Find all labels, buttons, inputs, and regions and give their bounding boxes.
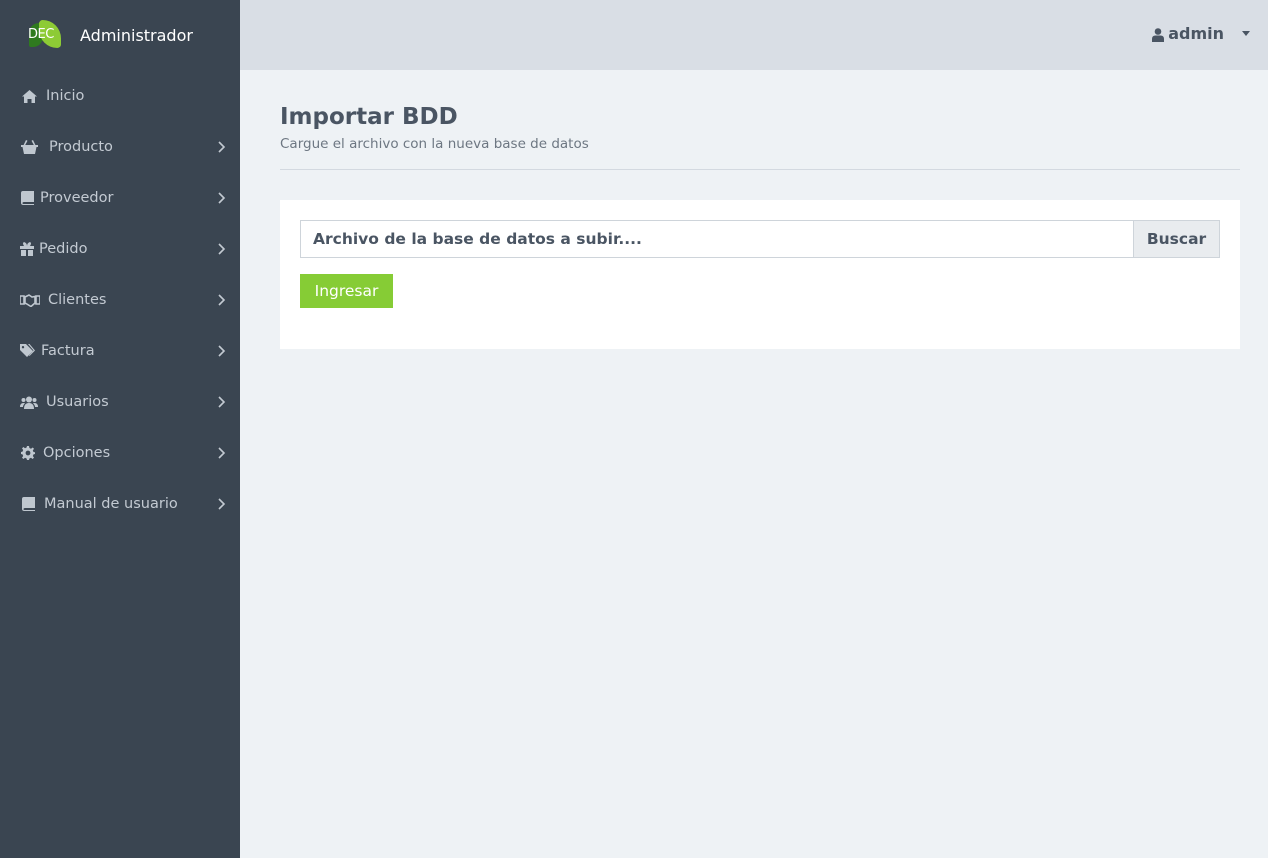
sidebar-item-clientes[interactable]: Clientes: [0, 280, 240, 320]
chevron-right-icon: [216, 345, 226, 357]
users-icon: [20, 395, 38, 409]
sidebar-item-usuarios[interactable]: Usuarios: [0, 382, 240, 422]
gift-icon: [20, 242, 34, 256]
chevron-right-icon: [216, 243, 226, 255]
sidebar: DEC Administrador Inicio Producto Provee…: [0, 0, 240, 858]
chevron-right-icon: [216, 396, 226, 408]
sidebar-item-proveedor[interactable]: Proveedor: [0, 178, 240, 218]
page-title: Importar BDD: [280, 104, 458, 130]
brand-logo: DEC: [27, 19, 61, 51]
home-icon: [20, 89, 38, 103]
sidebar-item-producto[interactable]: Producto: [0, 127, 240, 167]
chevron-right-icon: [216, 294, 226, 306]
caret-down-icon[interactable]: [1242, 31, 1250, 36]
chevron-right-icon: [216, 447, 226, 459]
tags-icon: [20, 344, 35, 358]
sidebar-item-label: Pedido: [39, 241, 88, 257]
gear-icon: [20, 446, 35, 460]
sidebar-item-label: Proveedor: [40, 190, 114, 206]
file-input-label: Archivo de la base de datos a subir....: [313, 230, 642, 248]
sidebar-item-label: Opciones: [43, 445, 111, 461]
sidebar-item-label: Usuarios: [46, 394, 109, 410]
user-menu[interactable]: admin: [1152, 24, 1250, 43]
chevron-right-icon: [216, 498, 226, 510]
basket-icon: [20, 140, 38, 154]
import-card: Archivo de la base de datos a subir.... …: [280, 200, 1240, 349]
sidebar-item-label: Factura: [41, 343, 95, 359]
submit-button[interactable]: Ingresar: [300, 274, 393, 308]
sidebar-item-label: Producto: [49, 139, 113, 155]
sidebar-item-opciones[interactable]: Opciones: [0, 433, 240, 473]
brand-title: Administrador: [80, 25, 193, 45]
brand-logo-text: DEC: [28, 27, 54, 42]
sidebar-item-label: Clientes: [48, 292, 107, 308]
sidebar-item-factura[interactable]: Factura: [0, 331, 240, 371]
sidebar-item-pedido[interactable]: Pedido: [0, 229, 240, 269]
book-icon: [20, 497, 36, 511]
divider: [280, 169, 1240, 170]
sidebar-item-label: Manual de usuario: [44, 496, 178, 512]
user-name: admin: [1168, 24, 1224, 43]
page-subtitle: Cargue el archivo con la nueva base de d…: [280, 136, 589, 152]
handshake-icon: [20, 293, 40, 307]
sidebar-item-inicio[interactable]: Inicio: [0, 76, 240, 116]
file-input[interactable]: Archivo de la base de datos a subir.... …: [300, 220, 1220, 258]
top-navbar: admin: [240, 0, 1268, 70]
brand[interactable]: DEC Administrador: [0, 0, 240, 70]
chevron-right-icon: [216, 192, 226, 204]
sidebar-item-label: Inicio: [46, 88, 85, 104]
browse-button[interactable]: Buscar: [1133, 221, 1219, 257]
user-icon: [1152, 27, 1165, 42]
chevron-right-icon: [216, 141, 226, 153]
sidebar-item-manual-de-usuario[interactable]: Manual de usuario: [0, 484, 240, 524]
book-icon: [20, 191, 34, 205]
